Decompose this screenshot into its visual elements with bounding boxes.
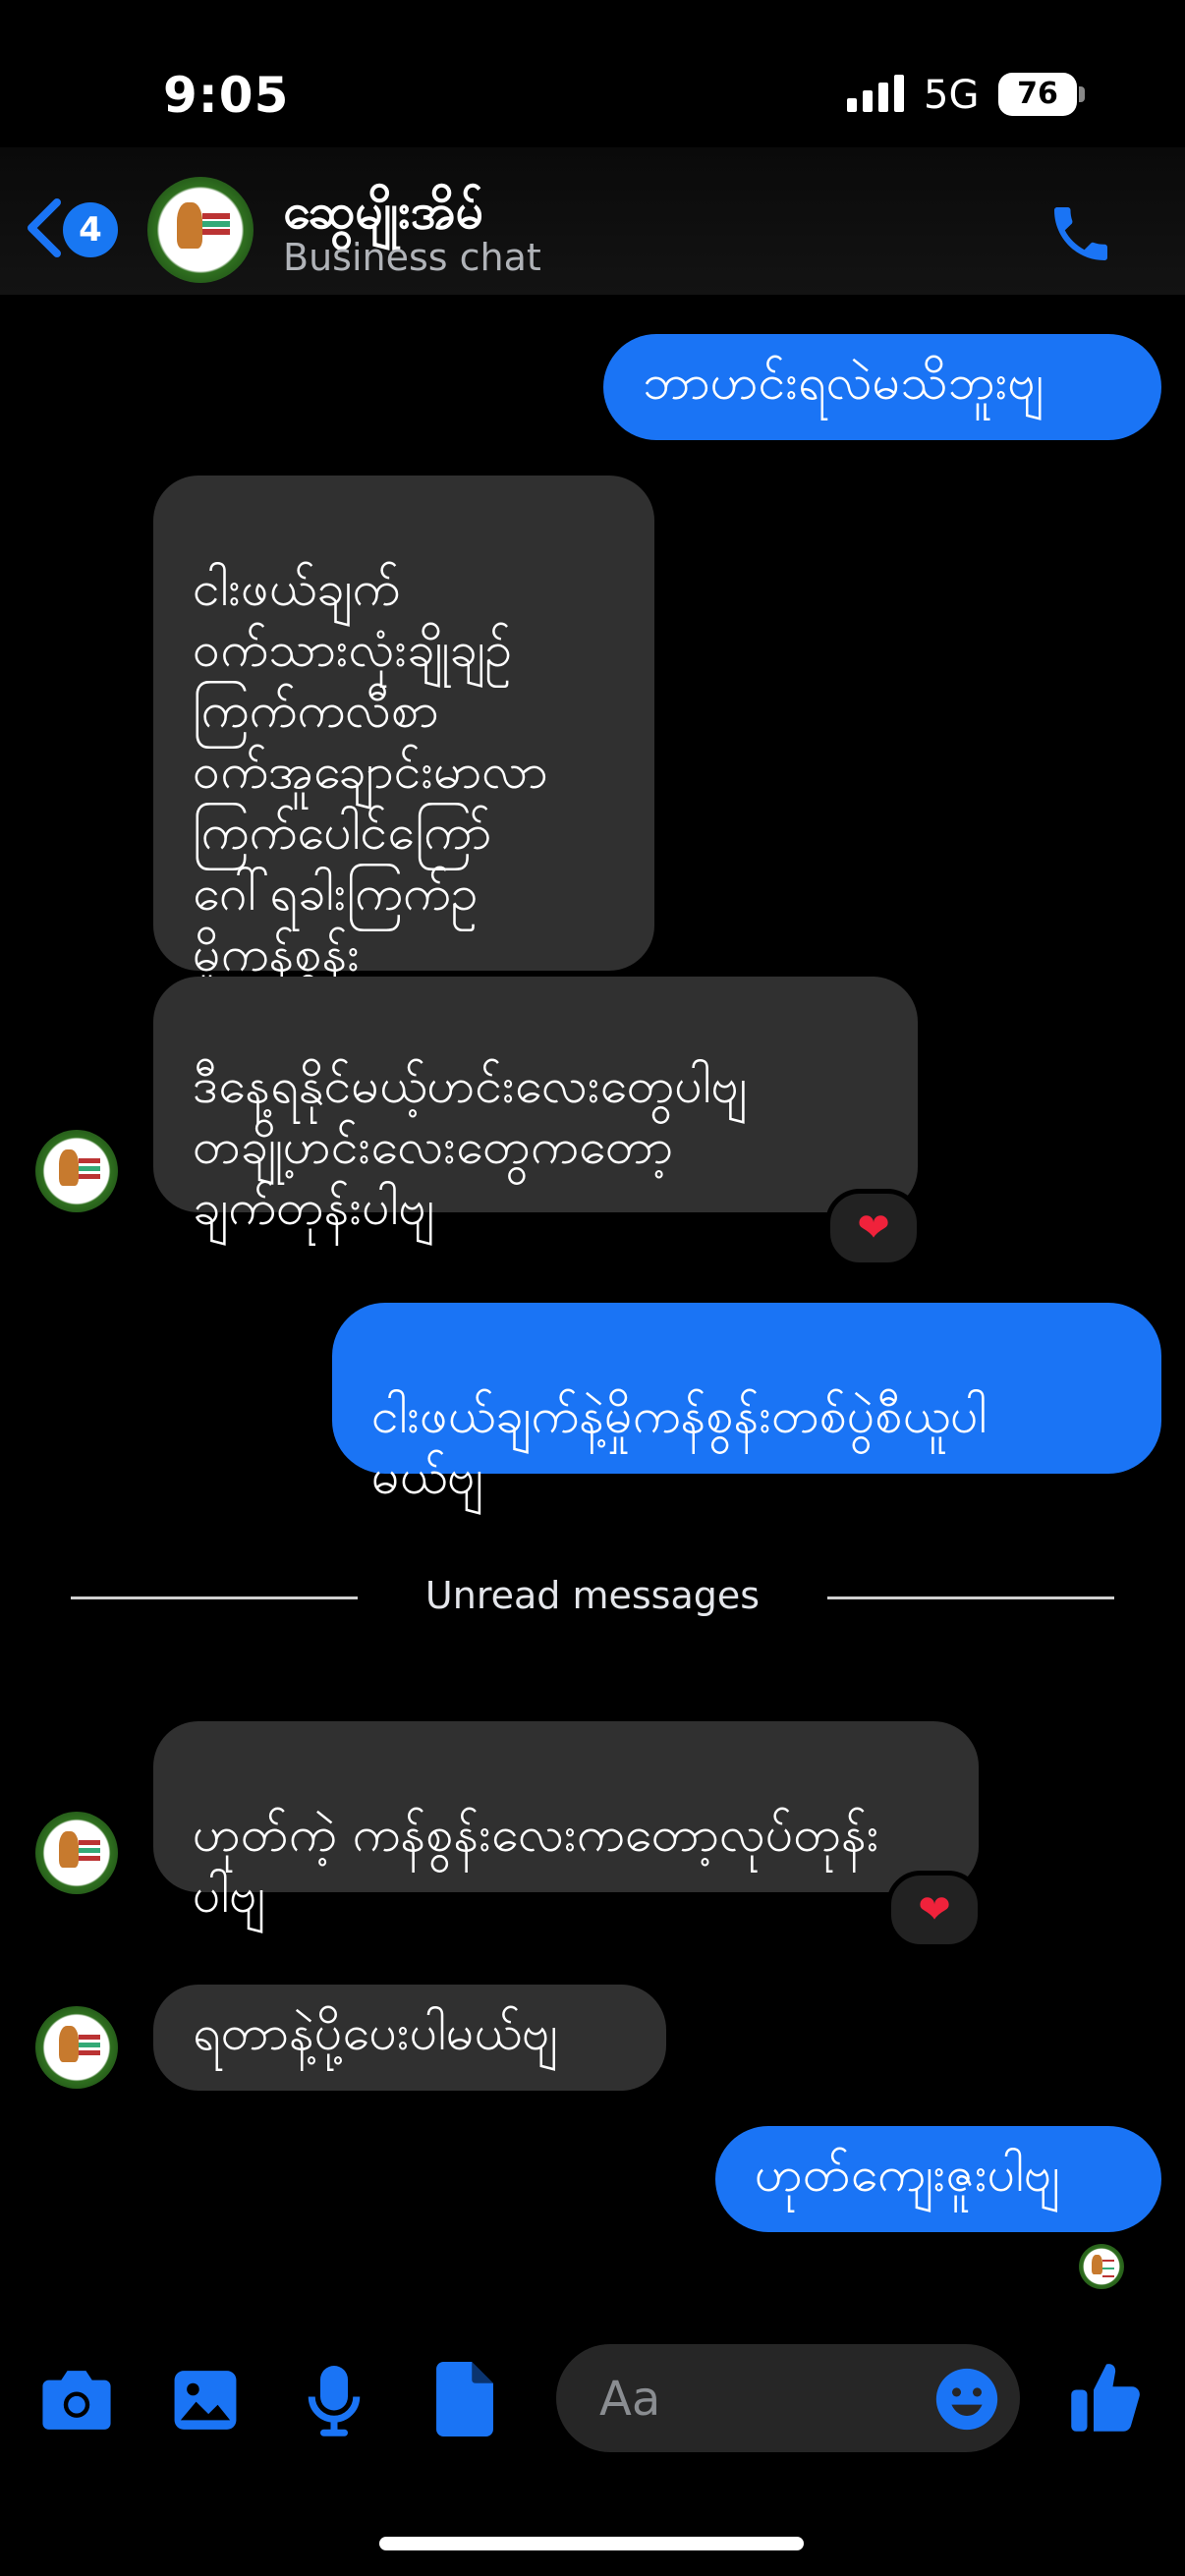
- divider-line: [827, 1596, 1114, 1599]
- message-text: ဟုတ်ကျေးဇူးပါဗျ: [755, 2146, 1060, 2203]
- contact-avatar-small[interactable]: [35, 1812, 118, 1894]
- phone-icon[interactable]: [1045, 198, 1116, 269]
- unread-divider-label: Unread messages: [424, 1574, 761, 1617]
- back-chevron-icon[interactable]: [24, 196, 67, 259]
- contact-avatar[interactable]: [147, 177, 254, 283]
- camera-icon[interactable]: [39, 2368, 114, 2433]
- signal-icon: [847, 75, 904, 112]
- battery-tip: [1079, 86, 1085, 102]
- microphone-icon[interactable]: [307, 2362, 362, 2438]
- message-text: ဘာဟင်းရလဲမသိဘူးဗျ: [643, 354, 1044, 411]
- network-label: 5G: [924, 73, 980, 118]
- thumbs-up-icon[interactable]: [1071, 2358, 1142, 2435]
- document-icon[interactable]: [436, 2362, 493, 2436]
- contact-avatar-small[interactable]: [35, 2006, 118, 2089]
- message-text: ငါးဖယ်ချက် ဝက်သားလုံးချိုချဉ် ကြက်ကလီစာ …: [193, 560, 548, 982]
- message-text: ငါးဖယ်ချက်နဲ့မှိုကန်စွန်းတစ်ပွဲစီယူပါ မယ…: [371, 1387, 988, 1505]
- incoming-message[interactable]: ဟုတ်ကဲ့ ကန်စွန်းလေးကတော့လုပ်တုန်း ပါဗျ: [153, 1721, 979, 1924]
- message-text: ဟုတ်ကဲ့ ကန်စွန်းလေးကတော့လုပ်တုန်း ပါဗျ: [193, 1806, 879, 1924]
- outgoing-message[interactable]: ဟုတ်ကျေးဇူးပါဗျ: [715, 2126, 1161, 2232]
- gallery-icon[interactable]: [171, 2368, 240, 2433]
- message-text: ရတာနဲ့ပို့ပေးပါမယ်ဗျ: [193, 2004, 558, 2061]
- heart-reaction-icon[interactable]: ❤: [886, 1871, 983, 1949]
- incoming-message[interactable]: ငါးဖယ်ချက် ဝက်သားလုံးချိုချဉ် ကြက်ကလီစာ …: [153, 476, 654, 982]
- contact-avatar-small[interactable]: [35, 1130, 118, 1212]
- message-text: ဒီနေ့ရနိုင်မယ့်ဟင်းလေးတွေပါဗျ တချို့ဟင်း…: [193, 1057, 748, 1236]
- unread-count-badge[interactable]: 4: [63, 202, 118, 257]
- divider-line: [71, 1596, 358, 1599]
- emoji-icon[interactable]: [933, 2366, 1000, 2433]
- heart-reaction-icon[interactable]: ❤: [825, 1189, 922, 1267]
- home-indicator: [379, 2537, 804, 2550]
- status-time: 9:05: [163, 67, 290, 124]
- message-input-placeholder: Aa: [599, 2372, 661, 2427]
- read-receipt-avatar: [1079, 2244, 1124, 2289]
- contact-subtitle: Business chat: [283, 236, 541, 279]
- incoming-message[interactable]: ရတာနဲ့ပို့ပေးပါမယ်ဗျ: [153, 1985, 666, 2091]
- incoming-message[interactable]: ဒီနေ့ရနိုင်မယ့်ဟင်းလေးတွေပါဗျ တချို့ဟင်း…: [153, 977, 918, 1236]
- outgoing-message[interactable]: ဘာဟင်းရလဲမသိဘူးဗျ: [603, 334, 1161, 440]
- outgoing-message[interactable]: ငါးဖယ်ချက်နဲ့မှိုကန်စွန်းတစ်ပွဲစီယူပါ မယ…: [332, 1303, 1161, 1505]
- battery-icon: 76: [998, 73, 1077, 116]
